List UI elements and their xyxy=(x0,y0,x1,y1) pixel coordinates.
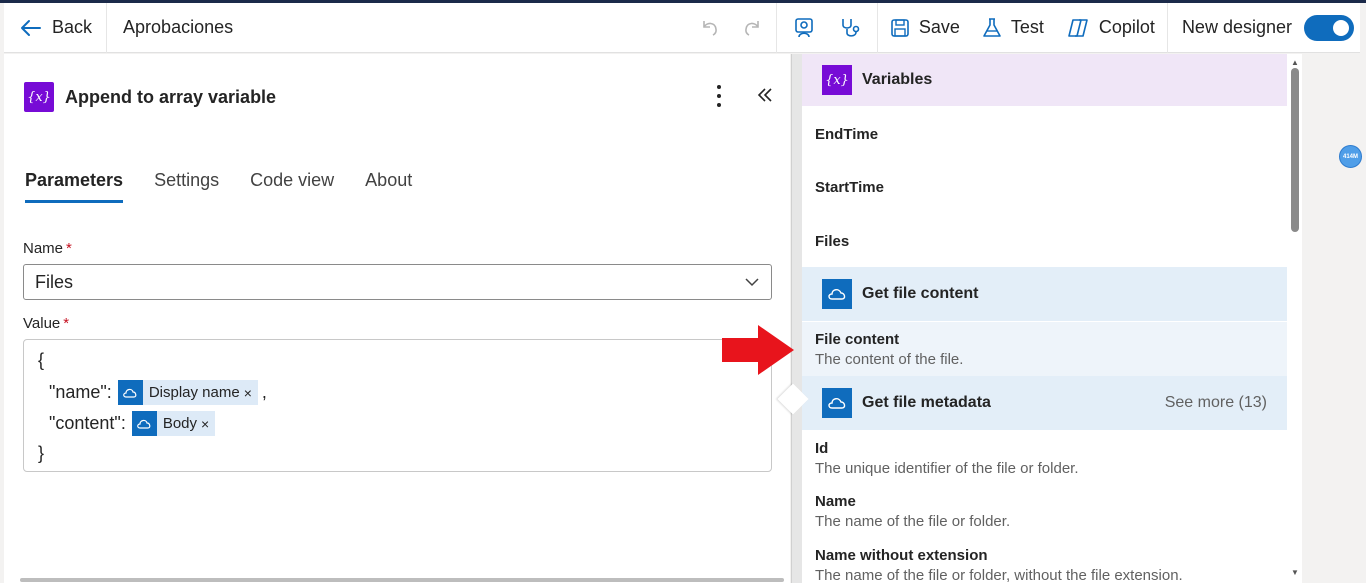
save-icon xyxy=(890,18,910,38)
picker-item-id[interactable]: Id The unique identifier of the file or … xyxy=(815,440,1285,477)
group-title: Get file content xyxy=(862,285,979,302)
undo-redo-group xyxy=(686,3,776,53)
get-file-metadata-group-header[interactable]: Get file metadata See more (13) xyxy=(802,376,1287,430)
item-description: The name of the file or folder. xyxy=(815,513,1011,530)
name-dropdown[interactable]: Files xyxy=(23,264,772,300)
copilot-icon xyxy=(1066,17,1090,39)
debug-tools-group xyxy=(777,3,877,53)
get-file-content-group-header[interactable]: Get file content xyxy=(802,267,1287,321)
json-close-brace: } xyxy=(38,443,45,463)
flow-checker-icon[interactable] xyxy=(793,17,817,39)
copilot-label: Copilot xyxy=(1098,17,1155,37)
group-title: Get file metadata xyxy=(862,394,991,411)
picker-item-name-without-extension[interactable]: Name without extension The name of the f… xyxy=(815,547,1285,583)
tab-parameters[interactable]: Parameters xyxy=(25,170,124,203)
minimap-badge[interactable]: 414M xyxy=(1339,145,1362,168)
item-name: Name without extension xyxy=(815,547,988,564)
scrollbar-thumb[interactable] xyxy=(1291,68,1299,232)
test-label: Test xyxy=(1010,17,1044,37)
item-description: The unique identifier of the file or fol… xyxy=(815,460,1079,477)
scroll-down-icon[interactable]: ▼ xyxy=(1291,568,1299,577)
dynamic-token-body[interactable]: Body × xyxy=(131,411,216,436)
toolbar-actions: Save Test Copilot xyxy=(878,3,1167,53)
action-title[interactable]: Append to array variable xyxy=(65,87,276,108)
red-arrow-annotation xyxy=(722,325,794,380)
see-more-link[interactable]: See more (13) xyxy=(1165,394,1267,412)
chevron-down-icon xyxy=(743,273,761,296)
tab-settings[interactable]: Settings xyxy=(154,170,219,203)
json-key: "content": xyxy=(49,413,126,433)
item-name: StartTime xyxy=(815,179,884,196)
new-designer-toggle[interactable] xyxy=(1304,14,1354,41)
picker-scrollbar[interactable]: ▲ ▼ xyxy=(1290,58,1300,580)
name-label-text: Name xyxy=(23,240,64,257)
token-label: Display name xyxy=(148,384,240,401)
json-key: "name": xyxy=(49,382,112,402)
item-name: Files xyxy=(815,233,850,250)
scroll-up-icon[interactable]: ▲ xyxy=(1291,58,1299,67)
detail-tabs: Parameters Settings Code view About xyxy=(25,170,412,203)
json-line-content: "content": Body × xyxy=(49,411,216,436)
flow-canvas[interactable] xyxy=(1302,54,1366,583)
flow-name: Aprobaciones xyxy=(123,17,234,37)
copilot-button[interactable]: Copilot xyxy=(1066,17,1155,39)
save-button[interactable]: Save xyxy=(890,17,960,38)
group-title: Variables xyxy=(862,71,933,88)
required-mark: * xyxy=(63,315,70,332)
action-details-panel: {x} Append to array variable Parameters … xyxy=(4,54,790,583)
remove-token-icon[interactable]: × xyxy=(244,385,252,401)
dynamic-token-display-name[interactable]: Display name × xyxy=(117,380,258,405)
picker-item-file-content[interactable]: File content The content of the file. xyxy=(802,322,1287,376)
horizontal-scrollbar[interactable] xyxy=(20,578,784,582)
test-button[interactable]: Test xyxy=(982,17,1044,39)
dynamic-content-picker: {x} Variables EndTime StartTime Files Ge… xyxy=(802,54,1302,583)
item-name: File content xyxy=(815,331,900,348)
onedrive-icon xyxy=(131,411,157,436)
item-description: The name of the file or folder, without … xyxy=(815,567,1183,583)
tab-about[interactable]: About xyxy=(365,170,412,203)
value-field-label: Value * xyxy=(23,315,69,332)
remove-token-icon[interactable]: × xyxy=(201,416,209,432)
arrow-left-icon xyxy=(20,19,42,37)
tab-code-view[interactable]: Code view xyxy=(250,170,334,203)
json-open-brace: { xyxy=(38,350,45,370)
back-button[interactable]: Back xyxy=(4,3,106,53)
undo-icon[interactable] xyxy=(700,18,720,38)
more-options-icon[interactable] xyxy=(712,85,726,107)
item-name: EndTime xyxy=(815,126,879,143)
name-field-label: Name * xyxy=(23,240,72,257)
item-name: Id xyxy=(815,440,829,457)
onedrive-icon xyxy=(822,388,852,418)
redo-icon[interactable] xyxy=(742,18,762,38)
value-editor[interactable]: { "name": Display name × , "content": Bo… xyxy=(23,339,772,472)
new-designer-label: New designer xyxy=(1181,17,1292,37)
flask-icon xyxy=(982,17,1002,39)
json-line-name: "name": Display name × , xyxy=(49,380,267,405)
onedrive-icon xyxy=(117,380,143,405)
variables-group-header[interactable]: {x} Variables xyxy=(802,54,1287,106)
value-label-text: Value xyxy=(23,315,61,332)
picker-item-name[interactable]: Name The name of the file or folder. xyxy=(815,493,1285,530)
panel-splitter[interactable] xyxy=(791,54,802,583)
variable-icon: {x} xyxy=(24,82,54,112)
new-designer-switch: New designer xyxy=(1168,3,1360,53)
name-dropdown-value: Files xyxy=(35,271,74,292)
designer-toolbar: Back Aprobaciones Save Test Copilot New … xyxy=(4,2,1360,53)
onedrive-icon xyxy=(822,279,852,309)
back-label: Back xyxy=(52,17,93,37)
picker-item-starttime[interactable]: StartTime xyxy=(815,179,1285,196)
item-name: Name xyxy=(815,493,856,510)
stethoscope-icon[interactable] xyxy=(839,17,861,39)
picker-item-endtime[interactable]: EndTime xyxy=(815,126,1285,143)
token-label: Body xyxy=(162,415,198,432)
action-header: {x} Append to array variable xyxy=(24,82,276,112)
save-label: Save xyxy=(918,17,960,37)
variable-icon: {x} xyxy=(822,65,852,95)
collapse-panel-icon[interactable] xyxy=(756,84,774,110)
json-comma: , xyxy=(261,382,267,402)
picker-item-files[interactable]: Files xyxy=(815,233,1285,250)
required-mark: * xyxy=(66,240,72,257)
item-description: The content of the file. xyxy=(815,351,964,368)
